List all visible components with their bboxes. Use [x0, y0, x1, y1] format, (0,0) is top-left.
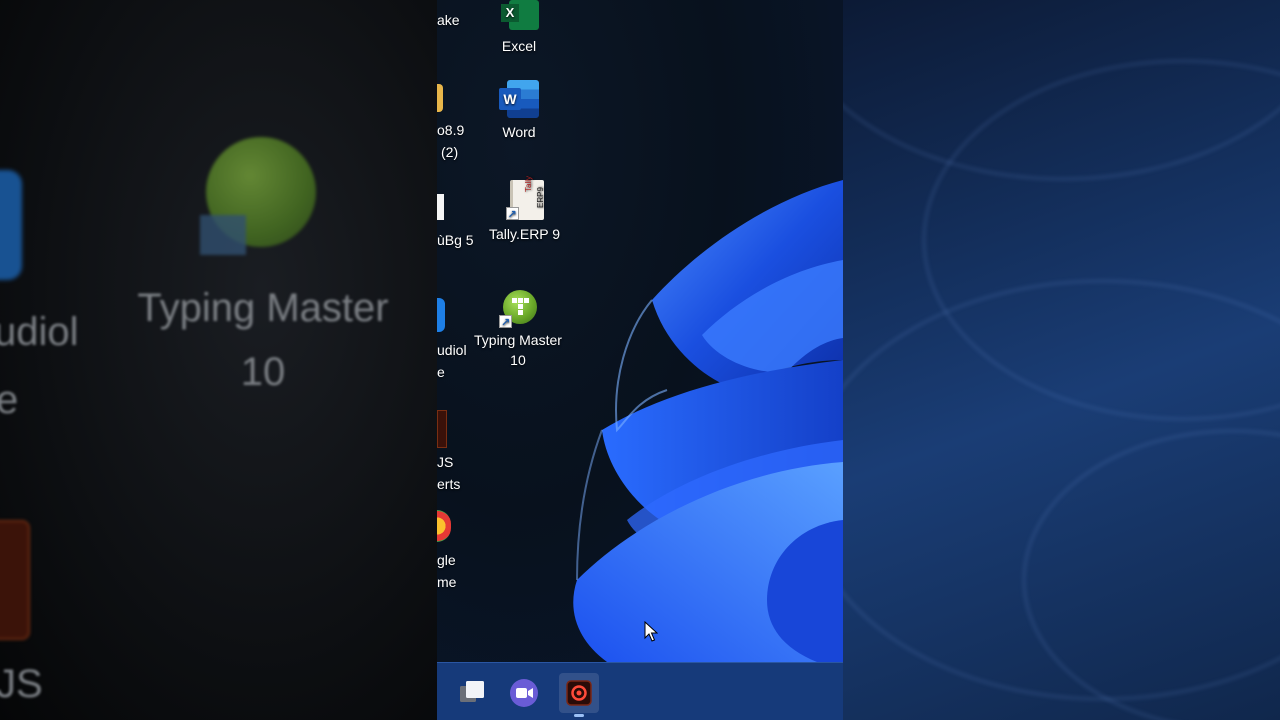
desktop-icon-label: Excel: [501, 38, 537, 54]
desktop-icon-label: 10: [510, 352, 526, 368]
tally-erp9-icon: [505, 180, 544, 225]
desktop-icon-word[interactable]: W Word: [499, 80, 539, 142]
blurred-e-label: e: [0, 378, 19, 422]
desktop[interactable]: ake o8.9 (2) ùBg 5 udiol e JS erts gle m…: [437, 0, 843, 720]
partial-app-icon[interactable]: [437, 410, 447, 448]
partial-label: ake: [437, 12, 460, 28]
blurred-us-label: JS: [0, 662, 43, 706]
screen-recorder-button[interactable]: [559, 673, 599, 717]
partial-label: o8.9: [437, 122, 465, 138]
screen-recorder-icon: [566, 680, 592, 706]
shortcut-arrow-icon: [505, 205, 519, 225]
partial-label: udiol: [437, 342, 467, 358]
blurred-orange-icon: [0, 520, 30, 640]
blurred-app-icon: [0, 170, 22, 280]
shortcut-arrow-icon: [498, 313, 512, 333]
partial-label: me: [437, 574, 457, 590]
desktop-icon-tally[interactable]: Tally.ERP 9: [489, 180, 560, 244]
excel-icon: X: [499, 0, 539, 32]
desktop-icon-label: Tally.ERP 9: [489, 226, 561, 242]
typing-master-icon: [498, 290, 537, 333]
blurred-typing-master-icon: [200, 137, 316, 255]
word-icon: W: [499, 80, 539, 120]
blurred-audio-label: udiol: [0, 310, 79, 354]
desktop-icon-excel[interactable]: X Excel: [499, 0, 539, 56]
partial-label: erts: [437, 476, 461, 492]
partial-label: gle: [437, 552, 456, 568]
partial-app-icon[interactable]: [437, 298, 445, 332]
partial-app-icon[interactable]: [437, 84, 443, 112]
desktop-icon-label: Word: [502, 124, 536, 140]
partial-app-icon[interactable]: [437, 194, 444, 220]
task-view-button[interactable]: [451, 673, 491, 713]
blurred-right-backdrop: [843, 0, 1280, 720]
partial-label: e: [437, 364, 445, 380]
blurred-typing-master-label: Typing Master 10: [137, 286, 389, 394]
desktop-icon-label: Typing Master: [474, 332, 562, 348]
mouse-cursor-icon: [644, 621, 658, 642]
desktop-icon-typing-master[interactable]: Typing Master 10: [474, 290, 562, 370]
meet-now-button[interactable]: [504, 673, 544, 713]
blurred-left-backdrop: Typing Master 10 udiol e JS: [0, 0, 437, 720]
partial-label: (2): [441, 144, 459, 160]
taskbar: [437, 662, 843, 720]
partial-label: ùBg 5: [437, 232, 474, 248]
meet-now-icon: [510, 679, 538, 707]
partial-label: JS: [437, 454, 454, 470]
task-view-icon: [460, 681, 484, 702]
